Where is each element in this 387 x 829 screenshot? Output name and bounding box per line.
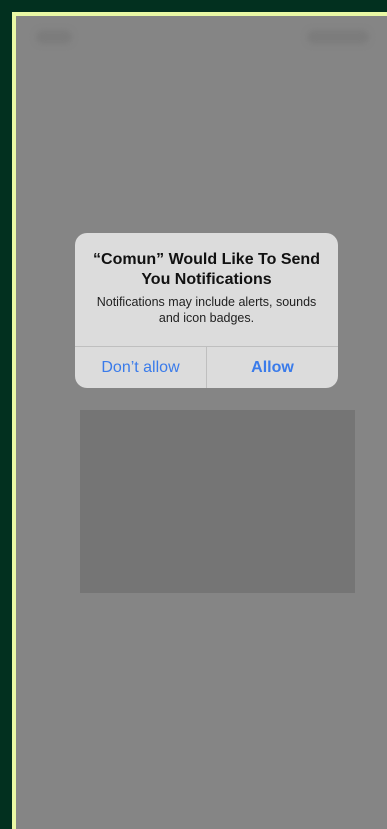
dialog-title: “Comun” Would Like To Send You Notificat…: [93, 251, 320, 288]
dialog-actions: Don’t allow Allow: [75, 346, 338, 388]
allow-button[interactable]: Allow: [207, 347, 338, 388]
notification-permission-dialog: “Comun” Would Like To Send You Notificat…: [75, 233, 338, 388]
dialog-message: Notifications may include alerts, sounds…: [96, 295, 317, 325]
phone-screen: “Comun” Would Like To Send You Notificat…: [12, 12, 387, 829]
status-bar-right-blurred: [307, 30, 369, 44]
dont-allow-button[interactable]: Don’t allow: [75, 347, 207, 388]
dialog-content: “Comun” Would Like To Send You Notificat…: [75, 233, 338, 346]
status-bar-left-blurred: [36, 30, 72, 44]
background-placeholder-card: [80, 410, 355, 593]
